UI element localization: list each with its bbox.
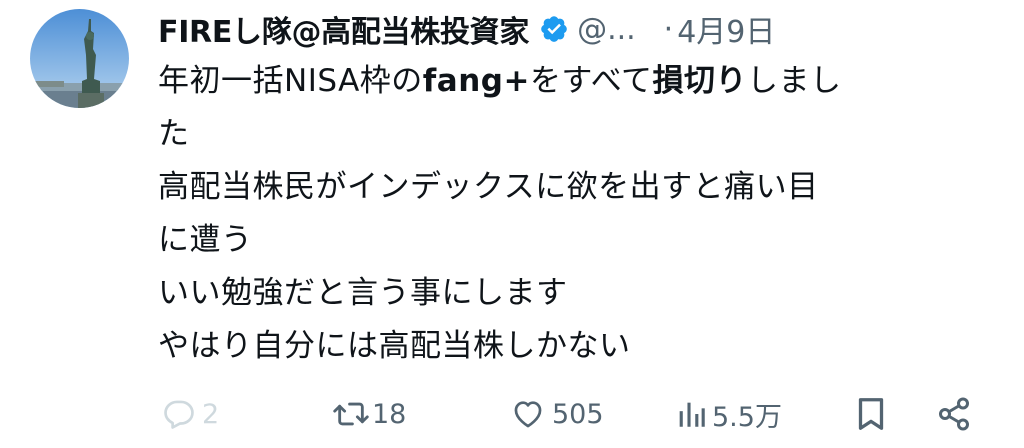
retweet-button[interactable]: 18: [332, 386, 406, 442]
reply-count: 2: [202, 398, 220, 430]
like-button[interactable]: 505: [510, 386, 604, 442]
tweet-text-line: 年初一括NISA枠のfang+をすべて損切りしまし: [158, 55, 1008, 108]
tweet-text-line: に遭う: [158, 214, 1008, 267]
retweet-icon: [333, 402, 369, 426]
like-count: 505: [552, 398, 604, 430]
user-handle[interactable]: @...: [577, 12, 636, 47]
share-button[interactable]: [936, 386, 972, 442]
display-name[interactable]: FIREし隊@高配当株投資家: [158, 7, 529, 51]
tweet-text: 年初一括NISA枠のfang+をすべて損切りしまし た 高配当株民がインデックス…: [158, 55, 1008, 373]
tweet-text-bold-span: fang+: [422, 63, 530, 99]
tweet-header: FIREし隊@高配当株投資家 @... · 4月9日: [158, 6, 1008, 52]
bookmark-button[interactable]: [856, 386, 886, 442]
tweet-text-span: やはり自分には高配当株しかない: [158, 328, 631, 364]
views-bar-chart-icon: [679, 402, 705, 427]
tweet-text-line: 高配当株民がインデックスに欲を出すと痛い目: [158, 161, 1008, 214]
tweet-actions: 2 18 505 5.5万: [158, 386, 988, 442]
tweet-text-line: た: [158, 108, 1008, 161]
reply-button[interactable]: 2: [162, 386, 219, 442]
tweet-text-span: しまし: [747, 63, 842, 99]
header-separator: ·: [663, 11, 674, 47]
avatar[interactable]: [30, 9, 129, 108]
tweet-text-span: に遭う: [158, 222, 253, 258]
tweet-text-span: 年初一括NISA枠の: [158, 63, 423, 99]
tweet-text-bold-span: 損切り: [652, 63, 748, 99]
tweet-text-line: いい勉強だと言う事にします: [158, 267, 1008, 320]
tweet-text-span: 高配当株民がインデックスに欲を出すと痛い目: [158, 169, 819, 205]
share-icon: [939, 397, 969, 431]
views-count: 5.5万: [712, 401, 782, 433]
verified-badge-icon: [541, 16, 567, 42]
heart-icon: [514, 401, 542, 428]
tweet-text-span: た: [158, 116, 190, 152]
tweet-date[interactable]: 4月9日: [677, 7, 775, 51]
bookmark-icon: [858, 398, 884, 430]
tweet-text-line: やはり自分には高配当株しかない: [158, 320, 1008, 373]
retweet-count: 18: [372, 398, 407, 430]
tweet-text-span: をすべて: [529, 63, 653, 99]
tweet-text-span: いい勉強だと言う事にします: [158, 275, 568, 311]
views-button[interactable]: 5.5万: [676, 386, 782, 442]
reply-icon: [164, 400, 194, 429]
